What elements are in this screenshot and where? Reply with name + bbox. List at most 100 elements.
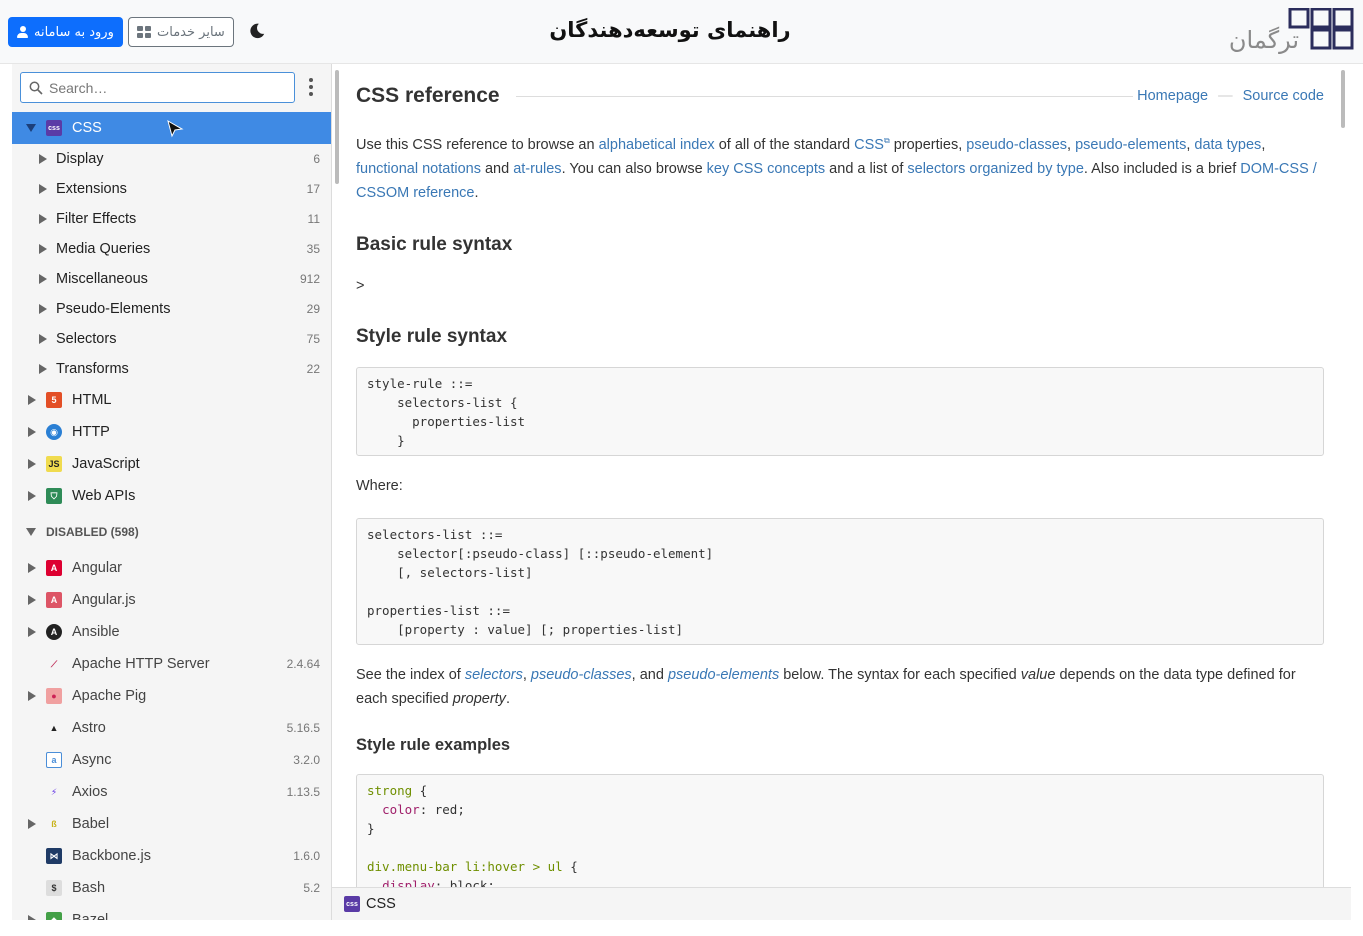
sidebar-item-apache-http-server[interactable]: ⟋ Apache HTTP Server 2.4.64 [12, 648, 331, 680]
see-index-paragraph: See the index of selectors, pseudo-class… [356, 667, 1296, 707]
javascript-icon: JS [46, 456, 62, 472]
sidebar-item-async[interactable]: a Async 3.2.0 [12, 744, 331, 776]
chevron-right-icon[interactable] [39, 304, 47, 314]
search-input[interactable] [49, 77, 289, 99]
sidebar-item-label: Axios [72, 784, 108, 800]
at-rules-link[interactable]: at-rules [513, 161, 561, 177]
chevron-right-icon[interactable] [39, 154, 47, 164]
sidebar-item-label: Selectors [56, 331, 117, 347]
chevron-right-icon[interactable] [39, 334, 47, 344]
chevron-right-icon[interactable] [39, 244, 47, 254]
sidebar-item-web-apis[interactable]: ⛉ Web APIs [12, 480, 331, 512]
sidebar-subitem-extensions[interactable]: Extensions 17 [12, 174, 331, 204]
search-icon [29, 81, 43, 95]
sidebar-item-bash[interactable]: $ Bash 5.2 [12, 872, 331, 904]
chevron-right-icon[interactable] [28, 491, 36, 501]
sidebar-item-angular[interactable]: A Angular [12, 552, 331, 584]
sidebar-item-label: Apache Pig [72, 688, 147, 704]
sidebar: css CSS Display 6 Extensions 17 Filter Effec… [12, 64, 332, 920]
backbone-icon: ⋈ [46, 848, 62, 864]
chevron-right-icon[interactable] [39, 364, 47, 374]
sidebar-menu-icon[interactable] [308, 78, 314, 98]
disabled-section-header[interactable]: DISABLED (598) [12, 512, 331, 552]
sidebar-subitem-pseudo-elements[interactable]: Pseudo-Elements 29 [12, 294, 331, 324]
dark-mode-toggle-icon[interactable] [248, 22, 266, 40]
sidebar-subitem-media-queries[interactable]: Media Queries 35 [12, 234, 331, 264]
pseudo-classes-index-link[interactable]: pseudo-classes [531, 667, 632, 683]
sidebar-scrollbar[interactable] [335, 70, 339, 184]
targoman-logo[interactable]: ترگمان [1214, 8, 1354, 56]
chevron-right-icon[interactable] [28, 691, 36, 701]
source-code-link[interactable]: Source code [1243, 88, 1324, 104]
page-links: Homepage — Source code [1137, 88, 1324, 104]
sidebar-item-label: Bash [72, 880, 106, 896]
login-button[interactable]: ورود به سامانه [8, 17, 123, 47]
homepage-link[interactable]: Homepage [1137, 88, 1208, 104]
chevron-right-icon[interactable] [28, 627, 36, 637]
pseudo-elements-link[interactable]: pseudo-elements [1075, 137, 1186, 153]
css-link[interactable]: CSS⧉ [854, 136, 890, 153]
where-code: selectors-list ::= selector[:pseudo-clas… [356, 518, 1324, 645]
sidebar-item-babel[interactable]: ß Babel [12, 808, 331, 840]
css-icon: css [344, 896, 360, 912]
services-label: سایر خدمات [157, 24, 225, 40]
astro-icon: ▲ [49, 723, 59, 733]
page-title: راهنمای توسعه‌دهندگان [549, 18, 791, 42]
chevron-right-icon[interactable] [28, 427, 36, 437]
content-scrollbar[interactable] [1341, 70, 1345, 128]
alphabetical-index-link[interactable]: alphabetical index [599, 137, 715, 153]
chevron-right-icon[interactable] [39, 274, 47, 284]
pseudo-elements-index-link[interactable]: pseudo-elements [668, 667, 779, 683]
sidebar-subitem-transforms[interactable]: Transforms 22 [12, 354, 331, 384]
chevron-right-icon[interactable] [28, 819, 36, 829]
key-css-concepts-link[interactable]: key CSS concepts [707, 161, 825, 177]
sidebar-subitem-selectors[interactable]: Selectors 75 [12, 324, 331, 354]
item-count: 1.13.5 [286, 785, 320, 799]
pseudo-classes-link[interactable]: pseudo-classes [966, 137, 1067, 153]
other-services-button[interactable]: سایر خدمات [128, 17, 234, 47]
sidebar-item-apache-pig[interactable]: ● Apache Pig [12, 680, 331, 712]
chevron-right-icon[interactable] [28, 915, 36, 920]
chevron-right-icon[interactable] [39, 184, 47, 194]
sidebar-subitem-filter-effects[interactable]: Filter Effects 11 [12, 204, 331, 234]
sidebar-item-label: Angular.js [72, 592, 136, 608]
selectors-link[interactable]: selectors [465, 667, 523, 683]
sidebar-item-axios[interactable]: ⚡ Axios 1.13.5 [12, 776, 331, 808]
angular-icon: A [46, 560, 62, 576]
doc-tree: css CSS Display 6 Extensions 17 Filter Effec… [12, 112, 331, 920]
where-label: Where: [356, 478, 403, 494]
chevron-right-icon[interactable] [28, 595, 36, 605]
sidebar-item-bazel[interactable]: ◆ Bazel [12, 904, 331, 920]
chevron-right-icon[interactable] [28, 563, 36, 573]
sidebar-item-ansible[interactable]: A Ansible [12, 616, 331, 648]
item-count: 2.4.64 [286, 657, 320, 671]
sidebar-item-label: Miscellaneous [56, 271, 148, 287]
functional-notations-link[interactable]: functional notations [356, 161, 481, 177]
chevron-right-icon[interactable] [28, 395, 36, 405]
sidebar-item-astro[interactable]: ▲ Astro 5.16.5 [12, 712, 331, 744]
item-count: 5.16.5 [286, 721, 320, 735]
sidebar-subitem-display[interactable]: Display 6 [12, 144, 331, 174]
item-count: 75 [306, 332, 320, 346]
chevron-down-icon[interactable] [26, 528, 36, 536]
sidebar-item-label: Filter Effects [56, 211, 137, 227]
style-rule-examples-heading: Style rule examples [356, 736, 511, 754]
chevron-right-icon[interactable] [28, 459, 36, 469]
sidebar-item-javascript[interactable]: JS JavaScript [12, 448, 331, 480]
sidebar-item-label: Pseudo-Elements [56, 301, 171, 317]
data-types-link[interactable]: data types [1194, 137, 1261, 153]
sidebar-item-angular-js[interactable]: A Angular.js [12, 584, 331, 616]
sidebar-item-html[interactable]: 5 HTML [12, 384, 331, 416]
sidebar-item-label: Ansible [72, 624, 120, 640]
heading-divider [516, 96, 1133, 97]
search-box[interactable] [20, 72, 295, 103]
sidebar-item-backbone-js[interactable]: ⋈ Backbone.js 1.6.0 [12, 840, 331, 872]
item-count: 22 [306, 362, 320, 376]
sidebar-item-label: Babel [72, 816, 110, 832]
bash-icon: $ [46, 880, 62, 896]
sidebar-item-http[interactable]: ◉ HTTP [12, 416, 331, 448]
chevron-down-icon[interactable] [26, 124, 36, 132]
chevron-right-icon[interactable] [39, 214, 47, 224]
sidebar-subitem-miscellaneous[interactable]: Miscellaneous 912 [12, 264, 331, 294]
selectors-by-type-link[interactable]: selectors organized by type [907, 161, 1084, 177]
